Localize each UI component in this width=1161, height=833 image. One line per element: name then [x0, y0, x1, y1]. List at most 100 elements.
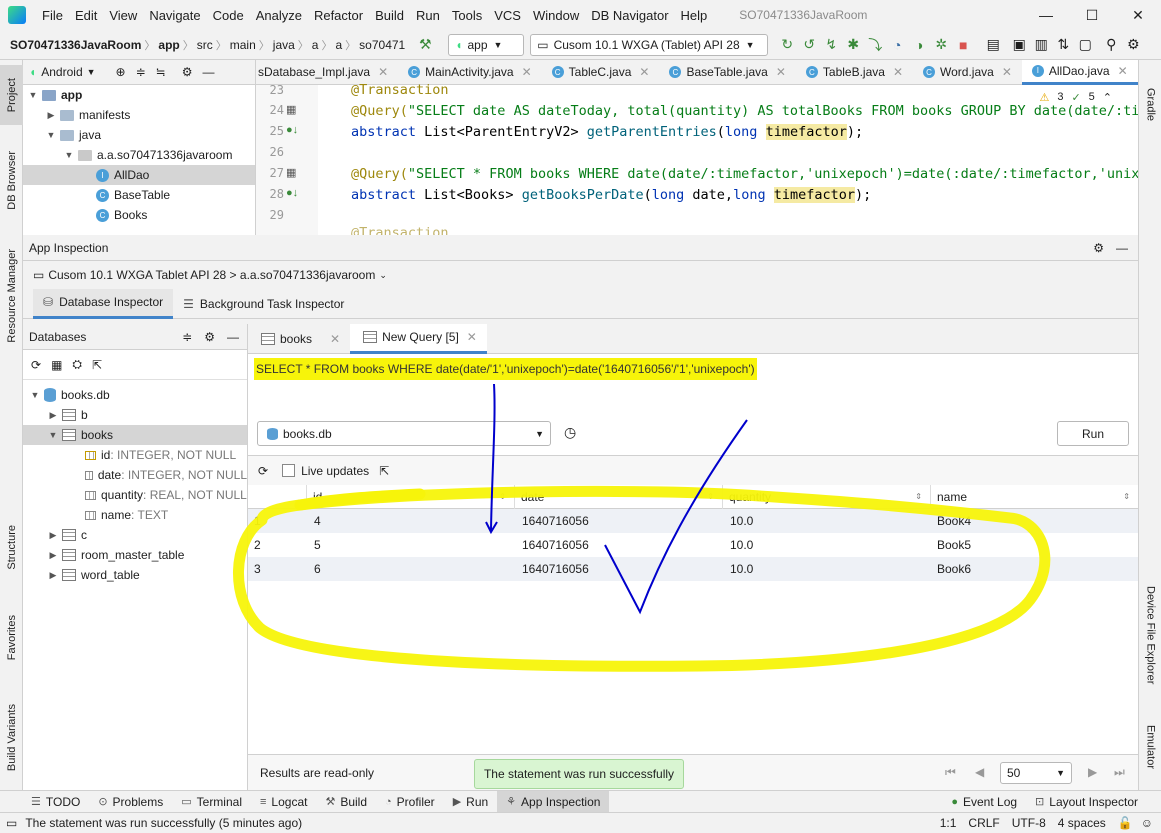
menu-run[interactable]: Run	[410, 8, 446, 23]
cell-date[interactable]: 1640716056	[522, 533, 589, 557]
line-separator[interactable]: CRLF	[968, 816, 999, 830]
coverage-icon[interactable]: ◑	[908, 34, 930, 56]
tool-build-variants[interactable]: Build Variants	[0, 690, 23, 785]
db-tree-table-b[interactable]: ▶ b	[23, 405, 247, 425]
tool-run[interactable]: ▶ Run	[444, 791, 497, 813]
maximize-button[interactable]: ☐	[1069, 0, 1115, 30]
profile-icon[interactable]: ◔	[886, 34, 908, 56]
close-icon[interactable]: ✕	[467, 330, 477, 344]
gear-icon[interactable]: ⚙	[204, 330, 215, 344]
query-editor[interactable]: SELECT * FROM books WHERE date(date/'1',…	[254, 358, 757, 380]
tool-resource-manager[interactable]: Resource Manager	[0, 238, 23, 353]
export-icon[interactable]: ⇱	[379, 464, 389, 478]
editor-tab-mainactivity[interactable]: C MainActivity.java ✕	[398, 60, 542, 85]
indent-setting[interactable]: 4 spaces	[1058, 816, 1106, 830]
tool-app-inspection[interactable]: ⚘ App Inspection	[497, 790, 610, 813]
debug-icon[interactable]: ✱	[842, 34, 864, 56]
expand-all-icon[interactable]: ≑	[136, 65, 146, 79]
db-column-id[interactable]: id : INTEGER, NOT NULL	[23, 445, 247, 465]
tool-gradle[interactable]: Gradle	[1139, 80, 1161, 130]
code-area[interactable]: @Transaction @Query("SELECT date AS date…	[346, 82, 1138, 235]
cell-id[interactable]: 5	[314, 533, 321, 557]
last-page-icon[interactable]: ⏭	[1114, 765, 1125, 780]
settings-icon[interactable]: ⚙	[1122, 34, 1144, 56]
db-column-quantity[interactable]: quantity : REAL, NOT NULL	[23, 485, 247, 505]
stop-icon[interactable]: ■	[952, 34, 974, 56]
editor-tab-tableb[interactable]: C TableB.java ✕	[796, 60, 913, 85]
editor-tab-database-impl[interactable]: sDatabase_Impl.java ✕	[256, 60, 398, 85]
close-icon[interactable]: ✕	[330, 332, 340, 346]
cell-name[interactable]: Book4	[937, 509, 971, 533]
breadcrumb-main[interactable]: main	[227, 38, 259, 52]
breadcrumb-a1[interactable]: a	[309, 38, 322, 52]
caret-position[interactable]: 1:1	[940, 816, 957, 830]
refresh-icon[interactable]: ⟳	[31, 358, 41, 372]
hammer-icon[interactable]: ⚒	[414, 34, 436, 56]
cell-quantity[interactable]: 10.0	[730, 509, 753, 533]
menu-edit[interactable]: Edit	[69, 8, 103, 23]
menu-refactor[interactable]: Refactor	[308, 8, 369, 23]
next-page-icon[interactable]: ▶	[1088, 765, 1097, 779]
project-view-select[interactable]: Android	[41, 65, 82, 79]
inspector-face-icon[interactable]: ☺	[1141, 816, 1153, 830]
db-tree-word-table[interactable]: ▶ word_table	[23, 565, 247, 585]
breadcrumb-src[interactable]: src	[194, 38, 216, 52]
tab-new-query[interactable]: New Query [5] ✕	[350, 323, 487, 354]
editor-tab-word[interactable]: C Word.java ✕	[913, 60, 1022, 85]
table-row[interactable]: 1 4 1640716056 10.0 Book4	[248, 509, 1138, 533]
tool-terminal[interactable]: ▭ Terminal	[172, 791, 251, 813]
implemented-marker-icon[interactable]: ●↓	[286, 124, 298, 136]
chevron-down-icon[interactable]: ▼	[87, 67, 96, 77]
tool-layout-inspector[interactable]: ⊡ Layout Inspector	[1026, 791, 1147, 813]
db-column-date[interactable]: date : INTEGER, NOT NULL	[23, 465, 247, 485]
menu-help[interactable]: Help	[675, 8, 714, 23]
tab-database-inspector[interactable]: ⛁ Database Inspector	[33, 288, 174, 319]
tree-item-basetable[interactable]: C BaseTable	[23, 185, 255, 205]
inspection-widget[interactable]: ⚠ 3 ✓ 5 ⌃	[1035, 91, 1116, 104]
table-row[interactable]: 3 6 1640716056 10.0 Book6	[248, 557, 1138, 581]
editor-tab-tablec[interactable]: C TableC.java ✕	[542, 60, 660, 85]
tool-emulator[interactable]: Emulator	[1139, 715, 1161, 780]
menu-vcs[interactable]: VCS	[488, 8, 527, 23]
first-page-icon[interactable]: ⏮	[945, 765, 956, 780]
gradle-sync-icon[interactable]: ⇅	[1052, 34, 1074, 56]
breadcrumb-java[interactable]: java	[270, 38, 298, 52]
attach-debugger-icon[interactable]: ⤵	[864, 34, 886, 56]
sdk-manager-icon[interactable]: ▣	[1008, 34, 1030, 56]
tree-item-package[interactable]: ▼ a.a.so70471336javaroom	[23, 145, 255, 165]
menu-file[interactable]: File	[36, 8, 69, 23]
tool-structure[interactable]: Structure	[0, 515, 23, 580]
tab-background-task-inspector[interactable]: ☰ Background Task Inspector	[173, 289, 354, 319]
attach-process-icon[interactable]: ✲	[930, 34, 952, 56]
collapse-all-icon[interactable]: ≒	[156, 65, 166, 79]
editor-tab-basetable[interactable]: C BaseTable.java ✕	[659, 60, 795, 85]
chevron-up-icon[interactable]: ⌃	[1103, 91, 1112, 104]
tree-item-app[interactable]: ▼ app	[23, 85, 255, 105]
search-icon[interactable]: ⚲	[1100, 34, 1122, 56]
layout-icon[interactable]: ▥	[1030, 34, 1052, 56]
database-select[interactable]: books.db ▼	[257, 421, 551, 446]
tree-item-java[interactable]: ▼ java	[23, 125, 255, 145]
run-config-select[interactable]: ◖ app ▼	[448, 33, 525, 56]
close-window-button[interactable]: ✕	[1115, 0, 1161, 30]
history-icon[interactable]: ◷	[564, 424, 576, 441]
minimize-button[interactable]: —	[1023, 0, 1069, 30]
menu-build[interactable]: Build	[369, 8, 410, 23]
tool-problems[interactable]: ⊙ Problems	[89, 791, 172, 813]
gear-icon[interactable]: ⚙	[1093, 241, 1104, 255]
breadcrumb-a2[interactable]: a	[332, 38, 345, 52]
column-header-id[interactable]: id ⇕	[306, 484, 514, 509]
cell-id[interactable]: 6	[314, 557, 321, 581]
cell-name[interactable]: Book6	[937, 557, 971, 581]
hide-icon[interactable]: —	[1116, 241, 1128, 255]
export-icon[interactable]: ⇱	[92, 358, 102, 372]
editor-tab-alldao[interactable]: I AllDao.java ✕	[1021, 60, 1138, 85]
breadcrumb-so70471[interactable]: so70471	[356, 38, 408, 52]
db-tree-books-db[interactable]: ▼ books.db	[23, 385, 247, 405]
refresh-icon[interactable]: ⟳	[258, 464, 268, 478]
cell-date[interactable]: 1640716056	[522, 509, 589, 533]
column-header-quantity[interactable]: quantity ⇕	[722, 484, 930, 509]
cell-name[interactable]: Book5	[937, 533, 971, 557]
hide-icon[interactable]: —	[227, 330, 239, 344]
device-select[interactable]: ▭ Cusom 10.1 WXGA (Tablet) API 28 ▼	[530, 33, 769, 56]
